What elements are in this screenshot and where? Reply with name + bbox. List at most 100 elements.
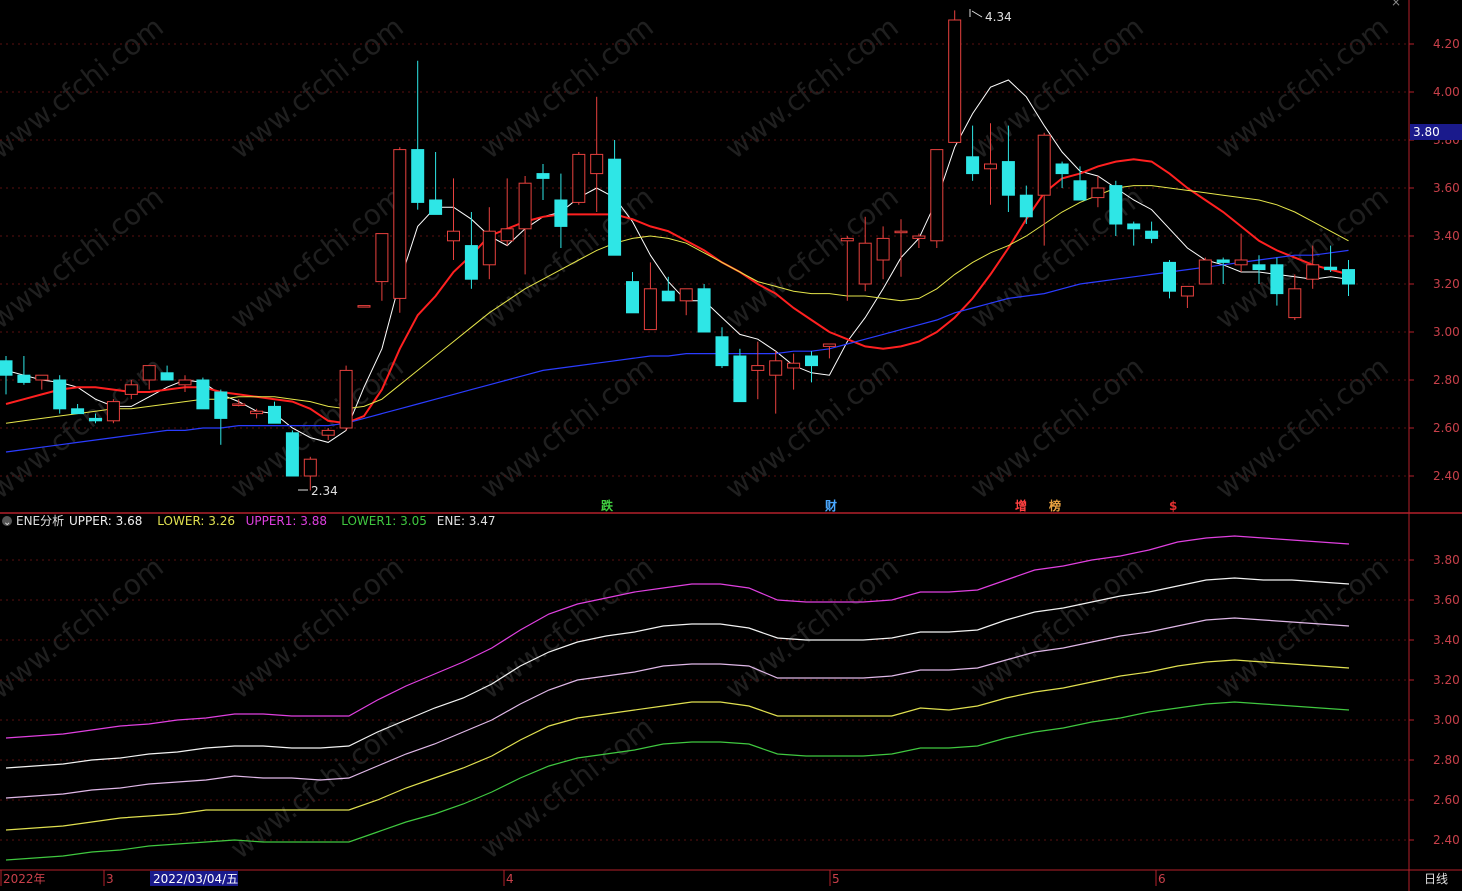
event-marker[interactable]: 增 (1015, 498, 1027, 513)
candle-body (53, 379, 67, 410)
candle-body (858, 242, 872, 285)
indicator-name[interactable]: ENE分析 (16, 514, 64, 528)
price-tick-label: 2.60 (1433, 421, 1460, 435)
candle-body (1109, 185, 1123, 225)
candle-body (1055, 163, 1069, 175)
candle-body (447, 230, 460, 242)
candle-body (1306, 264, 1320, 280)
close-icon[interactable]: × (1390, 0, 1402, 8)
candle-body (697, 288, 711, 333)
candle[interactable] (1198, 257, 1212, 285)
ene-tick-label: 2.40 (1433, 833, 1460, 847)
candle-body (285, 432, 299, 477)
candle-body (1019, 194, 1033, 218)
candle[interactable] (357, 305, 371, 308)
candle-body (1127, 223, 1141, 230)
candle-body (679, 288, 693, 302)
candle-body (1001, 161, 1015, 196)
price-tick-label: 3.20 (1433, 277, 1460, 291)
candle-body (1252, 264, 1266, 271)
price-tick-label: 4.00 (1433, 85, 1460, 99)
candle-body (1198, 259, 1212, 285)
candle-body (464, 245, 478, 280)
event-marker[interactable]: 跌 (601, 498, 614, 513)
candle-body (106, 401, 120, 422)
candle-body (214, 391, 228, 419)
candle[interactable] (196, 377, 210, 410)
stock-chart[interactable]: www.cfchi.com www.cfchi.com www.cfchi.com w… (0, 0, 1462, 891)
candle-body (1288, 288, 1302, 319)
candle[interactable] (572, 152, 586, 205)
ene-tick-label: 2.60 (1433, 793, 1460, 807)
candle-body (518, 182, 532, 230)
candle-body (769, 360, 783, 376)
time-tick-label: 6 (1158, 872, 1166, 886)
candle-body (17, 374, 31, 383)
candle-body (393, 149, 407, 299)
candle-body (1270, 264, 1284, 295)
price-tick-label: 2.40 (1433, 469, 1460, 483)
candle-body (0, 360, 13, 376)
candle-body (626, 281, 639, 314)
candle-body (590, 153, 604, 175)
candle-body (357, 305, 371, 308)
candle-body (572, 153, 586, 203)
candle-body (250, 410, 264, 415)
candle-body (1163, 261, 1176, 292)
time-tick-label: 2022年 (3, 872, 46, 886)
candle-body (536, 173, 550, 179)
current-price-label: 3.80 (1413, 125, 1440, 139)
candle-body (321, 429, 335, 436)
candle-body (643, 288, 657, 331)
legend-item: LOWER: 3.26 (157, 514, 235, 528)
candle[interactable] (106, 399, 120, 424)
candle-body (89, 417, 102, 422)
candle-body (912, 235, 926, 239)
candle-body (876, 237, 890, 261)
candle-body (894, 230, 908, 234)
period-label[interactable]: 日线 (1424, 872, 1448, 886)
candle-body (124, 384, 138, 395)
candle-body (733, 355, 747, 403)
candle[interactable] (697, 284, 711, 333)
candle-body (1324, 266, 1338, 271)
candle-body (303, 458, 317, 477)
candle-body (608, 158, 622, 256)
event-marker[interactable]: 财 (824, 498, 837, 513)
candle-body (160, 372, 174, 381)
candle[interactable] (948, 10, 962, 143)
candle-body (930, 149, 944, 242)
candle[interactable] (53, 375, 67, 414)
candle-body (715, 336, 729, 367)
candle-body (1342, 269, 1355, 285)
event-marker[interactable]: 榜 (1049, 498, 1061, 513)
candle[interactable] (393, 147, 407, 313)
candle-body (482, 230, 496, 266)
candle-body (1073, 180, 1087, 201)
event-marker[interactable]: $ (1169, 499, 1177, 513)
candle[interactable] (285, 430, 299, 477)
candle-body (984, 163, 997, 170)
price-tick-label: 2.80 (1433, 373, 1460, 387)
candle[interactable] (733, 348, 747, 403)
candle-body (805, 355, 818, 367)
legend-toggle-glyph: ⌄ (3, 517, 11, 528)
legend-item: LOWER1: 3.05 (341, 514, 427, 528)
low-value-label: 2.34 (311, 484, 338, 498)
candle-body (232, 403, 246, 406)
candle-body (840, 237, 854, 242)
current-price-badge: 3.80 (1410, 124, 1462, 140)
candle-body (500, 228, 514, 242)
ene-tick-label: 3.00 (1433, 713, 1460, 727)
candle[interactable] (339, 365, 353, 431)
candle[interactable] (930, 149, 944, 248)
candle-body (948, 19, 962, 143)
candle-body (71, 408, 85, 415)
candle-body (429, 199, 443, 215)
candle-body (751, 365, 765, 371)
ene-tick-label: 3.80 (1433, 553, 1460, 567)
candle-body (178, 379, 192, 386)
candle-body (196, 379, 210, 410)
legend-item: UPPER: 3.68 (69, 514, 142, 528)
time-tick-label: 4 (506, 872, 514, 886)
